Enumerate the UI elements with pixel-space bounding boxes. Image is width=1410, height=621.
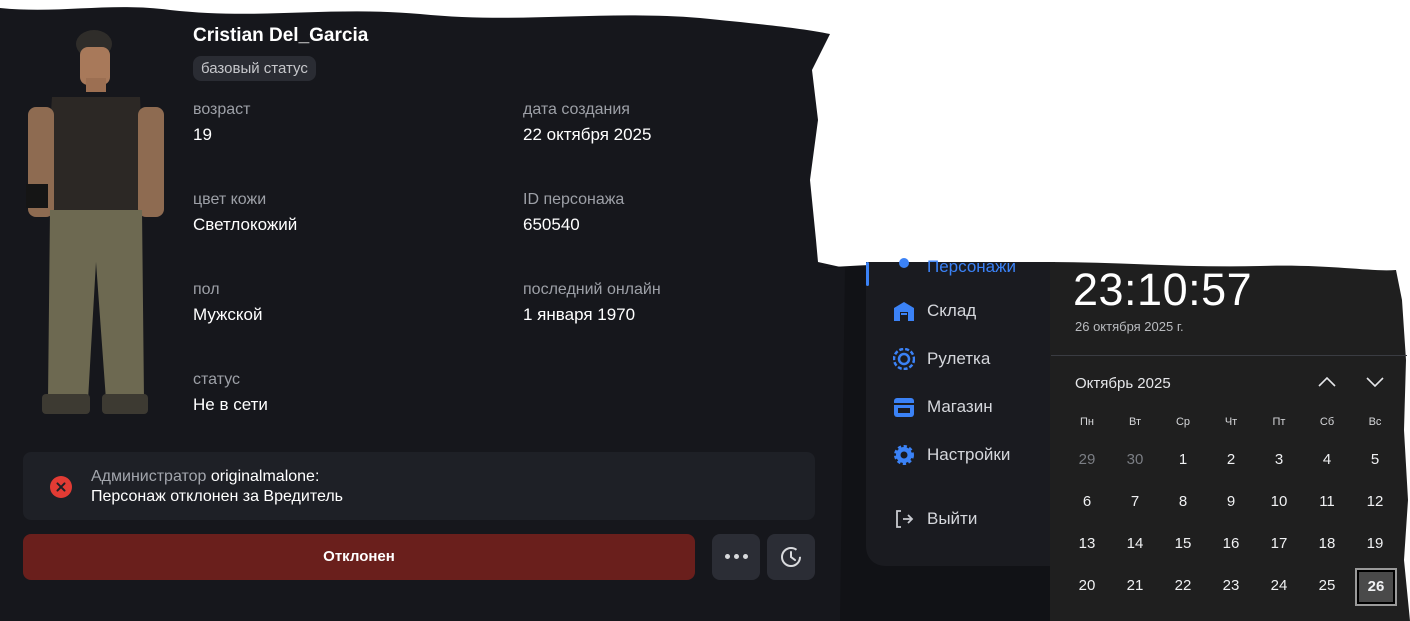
notice-role: Администратор	[91, 468, 207, 485]
field-value: Светлокожий	[193, 215, 298, 234]
character-avatar	[26, 30, 164, 414]
sidebar-item-roulette[interactable]: Рулетка	[893, 344, 990, 374]
calendar-day[interactable]: 26	[1355, 568, 1397, 606]
field-last-online: последний онлайн 1 января 1970	[523, 281, 661, 325]
sidebar-item-store[interactable]: Магазин	[893, 392, 993, 422]
field-label: последний онлайн	[523, 281, 661, 298]
calendar-day[interactable]: 19	[1355, 526, 1395, 562]
calendar-day[interactable]: 25	[1307, 568, 1347, 604]
sidebar-item-label: Персонажи	[927, 257, 1016, 276]
character-card: Cristian Del_Garcia базовый статус возра…	[0, 0, 845, 621]
calendar-day[interactable]: 4	[1307, 442, 1347, 478]
warehouse-icon	[894, 302, 914, 321]
logout-icon	[896, 510, 914, 528]
calendar-day[interactable]: 7	[1115, 484, 1155, 520]
chevron-up-icon[interactable]	[1318, 376, 1336, 388]
sidebar-item-label: Магазин	[927, 397, 993, 416]
user-icon	[899, 258, 909, 268]
active-indicator	[866, 262, 869, 286]
calendar-day[interactable]: 8	[1163, 484, 1203, 520]
rejected-button[interactable]: Отклонен	[23, 534, 695, 580]
field-label: дата создания	[523, 101, 630, 118]
calendar-day[interactable]: 2	[1211, 442, 1251, 478]
sidebar-item-label: Рулетка	[927, 349, 991, 368]
calendar-day[interactable]: 30	[1115, 442, 1155, 478]
weekday-label: Вт	[1128, 416, 1141, 428]
character-name: Cristian Del_Garcia	[193, 25, 369, 46]
calendar-day[interactable]: 12	[1355, 484, 1395, 520]
calendar-month-label[interactable]: Октябрь 2025	[1075, 375, 1171, 392]
calendar-day[interactable]: 14	[1115, 526, 1155, 562]
sidebar-item-logout[interactable]: Выйти	[893, 504, 977, 534]
field-label: пол	[193, 281, 220, 298]
calendar-day[interactable]: 6	[1067, 484, 1107, 520]
weekday-label: Чт	[1224, 416, 1238, 428]
error-x-icon	[50, 476, 72, 498]
weekday-label: Пн	[1080, 416, 1094, 428]
gear-icon	[894, 445, 914, 465]
notice-message: Персонаж отклонен за Вредитель	[91, 488, 343, 505]
field-character-id: ID персонажа 650540	[523, 191, 624, 235]
calendar-day[interactable]: 22	[1163, 568, 1203, 604]
weekday-label: Сб	[1319, 416, 1335, 428]
calendar-day[interactable]: 23	[1211, 568, 1251, 604]
field-label: ID персонажа	[523, 191, 625, 208]
calendar-day[interactable]: 18	[1307, 526, 1347, 562]
calendar-day[interactable]: 17	[1259, 526, 1299, 562]
calendar-day[interactable]: 21	[1115, 568, 1155, 604]
field-value: 22 октября 2025	[523, 125, 652, 144]
field-age: возраст 19	[193, 101, 251, 145]
history-clock-icon	[781, 547, 801, 567]
sidebar-item-label: Склад	[927, 301, 977, 320]
notice-text: Администратор originalmalone: Персонаж о…	[91, 467, 343, 507]
status-badge: базовый статус	[193, 56, 316, 81]
history-button[interactable]	[767, 534, 815, 580]
calendar-day[interactable]: 3	[1259, 442, 1299, 478]
calendar-day[interactable]: 15	[1163, 526, 1203, 562]
field-label: статус	[193, 371, 241, 388]
field-status: статус Не в сети	[193, 371, 268, 415]
sidebar-item-characters[interactable]: Персонажи	[893, 252, 1016, 282]
sidebar-item-label: Выйти	[927, 509, 978, 528]
divider	[1051, 355, 1407, 356]
weekday-label: Вс	[1368, 416, 1382, 428]
chevron-down-icon[interactable]	[1366, 376, 1384, 388]
calendar-day[interactable]: 1	[1163, 442, 1203, 478]
store-icon	[894, 398, 914, 417]
clock-date: 26 октября 2025 г.	[1075, 319, 1184, 334]
clock-time: 23:10:57	[1073, 264, 1253, 315]
calendar-day[interactable]: 9	[1211, 484, 1251, 520]
field-value: 19	[193, 125, 212, 144]
sidebar-item-label: Настройки	[927, 445, 1011, 464]
calendar-day[interactable]: 24	[1259, 568, 1299, 604]
roulette-icon	[893, 348, 915, 370]
rejection-notice: Администратор originalmalone: Персонаж о…	[23, 452, 815, 520]
field-label: цвет кожи	[193, 191, 267, 208]
calendar-day[interactable]: 5	[1355, 442, 1395, 478]
more-button[interactable]	[712, 534, 760, 580]
field-created: дата создания 22 октября 2025	[523, 101, 651, 145]
field-gender: пол Мужской	[193, 281, 263, 325]
field-value: Мужской	[193, 305, 263, 324]
sidebar-item-warehouse[interactable]: Склад	[893, 296, 976, 326]
field-label: возраст	[193, 101, 251, 118]
calendar-day[interactable]: 10	[1259, 484, 1299, 520]
field-value: Не в сети	[193, 395, 268, 414]
field-value: 1 января 1970	[523, 305, 636, 324]
calendar-day[interactable]: 16	[1211, 526, 1251, 562]
weekday-label: Пт	[1272, 416, 1286, 428]
calendar-day[interactable]: 20	[1067, 568, 1107, 604]
calendar-day[interactable]: 29	[1067, 442, 1107, 478]
weekday-label: Ср	[1175, 416, 1191, 428]
notice-author: originalmalone:	[210, 468, 320, 485]
calendar-day[interactable]: 11	[1307, 484, 1347, 520]
field-value: 650540	[523, 215, 580, 234]
calendar-day[interactable]: 13	[1067, 526, 1107, 562]
sidebar-item-settings[interactable]: Настройки	[893, 440, 1010, 470]
more-dots-icon	[725, 554, 749, 560]
field-skin: цвет кожи Светлокожий	[193, 191, 297, 235]
